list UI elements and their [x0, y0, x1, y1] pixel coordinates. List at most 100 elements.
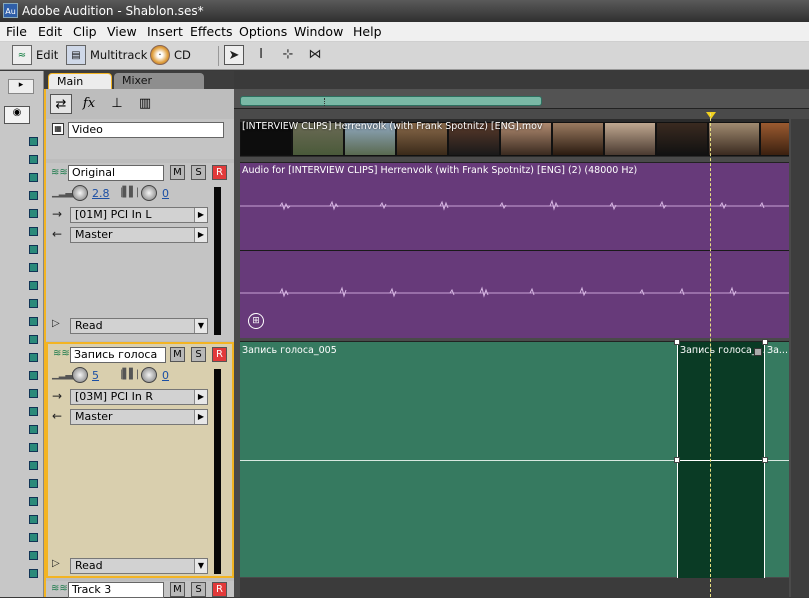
audio-track-icon: ≋≋ [51, 167, 68, 178]
edit-view-label: Edit [36, 48, 59, 62]
menu-effects[interactable]: Effects [190, 24, 233, 39]
eq-icon[interactable]: ▥ [134, 94, 156, 114]
time-ruler[interactable] [234, 89, 809, 109]
clip-handle[interactable] [762, 457, 768, 463]
level-meter [214, 187, 221, 335]
solo-button[interactable]: S [191, 165, 206, 180]
voice-clip-selected[interactable]: Запись голоса_... [674, 339, 768, 578]
menu-clip[interactable]: Clip [73, 24, 97, 39]
video-thumbnail [604, 122, 656, 156]
solo-button[interactable]: S [191, 582, 206, 597]
menu-bar: File Edit Clip View Insert Effects Optio… [0, 22, 809, 42]
pan-value[interactable]: 0 [162, 187, 169, 200]
record-arm-button[interactable]: R [212, 582, 227, 597]
effects-icon[interactable]: fx [78, 94, 100, 114]
audio-track-icon: ≋≋ [53, 348, 70, 359]
playhead-handle[interactable] [706, 112, 716, 119]
edit-view-button[interactable]: ≈ Edit [12, 44, 58, 66]
track-indicator [29, 281, 38, 290]
solo-button[interactable]: S [191, 347, 206, 362]
menu-view[interactable]: View [107, 24, 137, 39]
volume-knob[interactable] [72, 185, 88, 201]
pan-knob[interactable] [141, 185, 157, 201]
track-indicator [29, 173, 38, 182]
video-thumbnail [552, 122, 604, 156]
time-selection-tool-icon[interactable]: I [251, 45, 271, 65]
original-track-header[interactable]: ≋≋ Original M S R ▁▂▃▅ 2.8 |▌▌| 0 → [01M… [46, 163, 234, 341]
volume-value[interactable]: 2.8 [92, 187, 110, 200]
eye-icon[interactable]: ◉ [4, 106, 30, 124]
hybrid-tool-icon[interactable]: ⋈ [305, 45, 325, 65]
tab-mixer[interactable]: Mixer [114, 73, 204, 89]
multitrack-icon: ▤ [66, 45, 86, 65]
mute-button[interactable]: M [170, 347, 185, 362]
menu-options[interactable]: Options [239, 24, 287, 39]
automation-mode-select[interactable]: Read ▼ [70, 318, 208, 334]
voice-clip[interactable]: Запись голоса_005 Запись голоса_... За..… [240, 339, 789, 578]
timeline-area[interactable]: [INTERVIEW CLIPS] Herrenvolk (with Frank… [234, 89, 809, 597]
pan-knob[interactable] [141, 367, 157, 383]
menu-insert[interactable]: Insert [147, 24, 183, 39]
input-arrow-icon: → [52, 207, 63, 221]
input-value: [01M] PCI In L [75, 208, 152, 221]
mute-button[interactable]: M [170, 582, 185, 597]
record-arm-button[interactable]: R [212, 165, 227, 180]
automation-mode-value: Read [75, 319, 103, 332]
input-select[interactable]: [03M] PCI In R ▶ [70, 389, 208, 405]
menu-help[interactable]: Help [353, 24, 382, 39]
audio-clip-label: Audio for [INTERVIEW CLIPS] Herrenvolk (… [242, 165, 638, 176]
input-select[interactable]: [01M] PCI In L ▶ [70, 207, 208, 223]
arrow-right-icon: ▶ [194, 390, 207, 404]
video-track-name[interactable]: Video [68, 122, 224, 138]
menu-window[interactable]: Window [294, 24, 343, 39]
voice-track-header[interactable]: ≋≋ Запись голоса M S R ▁▂▃▅ 5 |▌▌| 0 → [… [46, 342, 234, 578]
vertical-scroll-gutter[interactable] [791, 119, 809, 597]
inputs-outputs-icon[interactable]: ⇄ [50, 94, 72, 114]
output-select[interactable]: Master ▶ [70, 409, 208, 425]
track-indicator [29, 353, 38, 362]
move-tool-icon[interactable]: ➤ [224, 45, 244, 65]
clip-menu-icon[interactable] [754, 348, 762, 356]
zoom-scrollbar[interactable] [240, 96, 542, 106]
video-track-header[interactable]: ▦ Video [46, 119, 234, 159]
pan-value[interactable]: 0 [162, 369, 169, 382]
output-value: Master [75, 410, 113, 423]
mute-button[interactable]: M [170, 165, 185, 180]
voice-track-name[interactable]: Запись голоса [70, 347, 166, 363]
track-indicator [29, 263, 38, 272]
waveform-right-channel [240, 286, 789, 298]
original-track-name[interactable]: Original [68, 165, 164, 181]
audio-clip[interactable]: Audio for [INTERVIEW CLIPS] Herrenvolk (… [240, 162, 789, 338]
window-title: Adobe Audition - Shablon.ses* [22, 4, 204, 18]
cd-view-button[interactable]: · CD [150, 44, 191, 66]
menu-edit[interactable]: Edit [38, 24, 62, 39]
clip-link-icon[interactable]: ⊞ [248, 313, 264, 329]
level-meter [214, 369, 221, 574]
automation-mode-select[interactable]: Read ▼ [70, 558, 208, 574]
clip-handle[interactable] [674, 339, 680, 345]
track-indicator [29, 191, 38, 200]
multitrack-view-button[interactable]: ▤ Multitrack [66, 44, 147, 66]
volume-value[interactable]: 5 [92, 369, 99, 382]
tab-main[interactable]: Main [48, 73, 112, 89]
track-indicator [29, 209, 38, 218]
expand-arrow-icon[interactable]: ▷ [52, 558, 60, 569]
cd-view-label: CD [174, 48, 191, 62]
track3-name[interactable]: Track 3 [68, 582, 164, 598]
voice-clip-label: Запись голоса_005 [242, 345, 337, 356]
clip-handle[interactable] [674, 457, 680, 463]
menu-file[interactable]: File [6, 24, 27, 39]
track-indicator [29, 155, 38, 164]
volume-knob[interactable] [72, 367, 88, 383]
sends-icon[interactable]: ⊥ [106, 94, 128, 114]
marquee-tool-icon[interactable]: ⊹ [278, 45, 298, 65]
track-indicator [29, 497, 38, 506]
timeline-bottom-bar [240, 578, 789, 597]
output-select[interactable]: Master ▶ [70, 227, 208, 243]
film-icon: ▦ [52, 123, 64, 135]
track3-header[interactable]: ≋≋ Track 3 M S R [46, 581, 234, 598]
expand-arrow-icon[interactable]: ▷ [52, 318, 60, 329]
record-arm-button[interactable]: R [212, 347, 227, 362]
video-clip[interactable]: [INTERVIEW CLIPS] Herrenvolk (with Frank… [240, 119, 789, 157]
panel-icon[interactable]: ▸ [8, 79, 34, 94]
